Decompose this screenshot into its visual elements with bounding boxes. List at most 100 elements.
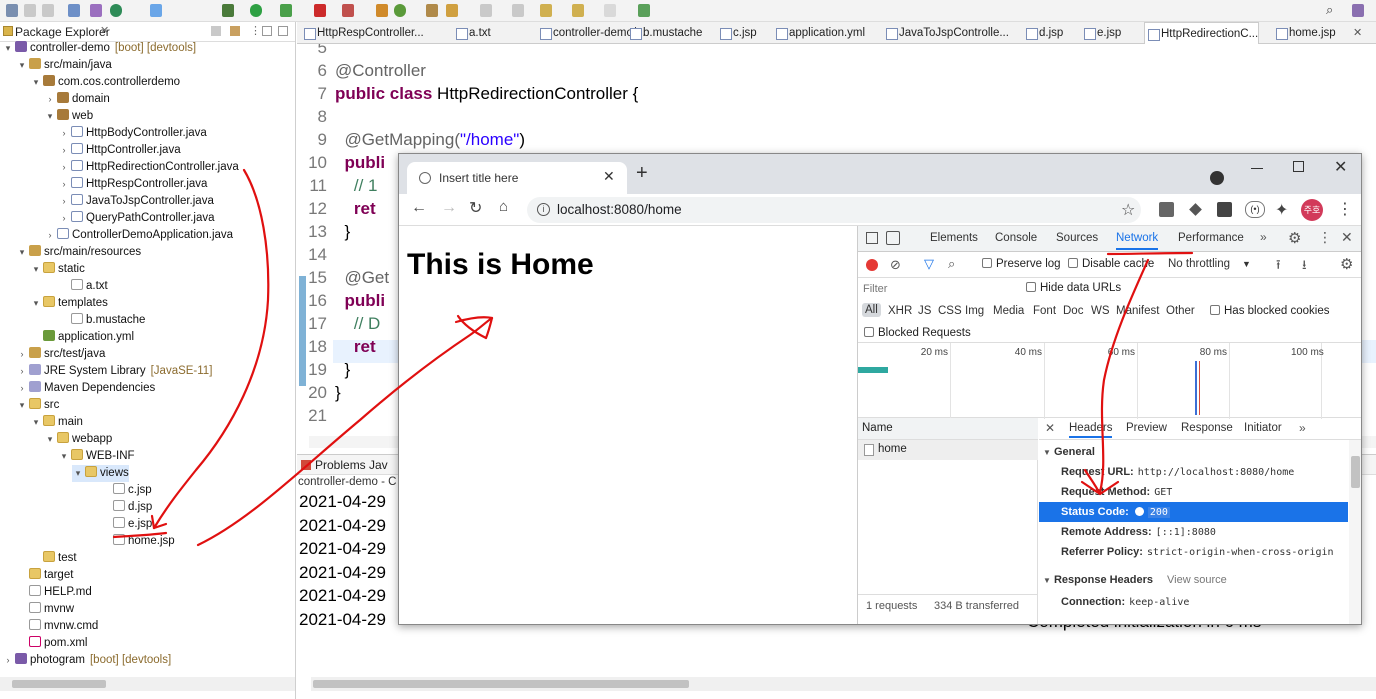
expand-toggle-icon[interactable]: ▾	[16, 397, 28, 414]
spring-boot-icon[interactable]	[110, 4, 122, 17]
tree-pkg-web[interactable]: ▾ web	[44, 108, 93, 125]
view-menu-icon[interactable]: ⋮	[250, 24, 261, 37]
disable-cache-checkbox[interactable]: Disable cache	[1068, 258, 1154, 270]
expand-toggle-icon[interactable]: ›	[58, 210, 70, 227]
tree-folder-src[interactable]: ▾ src	[16, 397, 59, 414]
expand-toggle-icon[interactable]: ›	[58, 159, 70, 176]
editor-tab[interactable]: b.mustache	[627, 22, 702, 44]
code-line[interactable]: publi	[335, 291, 385, 311]
tree-file-application-yml[interactable]: application.yml	[30, 329, 134, 346]
tree-pkg-domain[interactable]: › domain	[44, 91, 110, 108]
tree-folder-main[interactable]: ▾ main	[30, 414, 83, 431]
general-header-row[interactable]: Request URL: http://localhost:8080/home	[1039, 462, 1348, 482]
devtools-tab-performance[interactable]: Performance	[1178, 232, 1244, 244]
debug-icon[interactable]	[222, 4, 234, 17]
view-source-link[interactable]: View source	[1167, 574, 1227, 586]
tree-file-c-jsp[interactable]: c.jsp	[100, 482, 152, 499]
response-headers-toggle[interactable]: ▼ Response Headers View source	[1043, 570, 1227, 590]
tree-file-pom-xml[interactable]: pom.xml	[16, 635, 87, 652]
forward-arrow-icon[interactable]: →	[441, 199, 457, 217]
prev-annotation-icon[interactable]	[512, 4, 524, 17]
code-line[interactable]: }	[335, 222, 350, 242]
maximize-icon[interactable]	[278, 26, 288, 36]
toggle-mark-icon[interactable]	[150, 4, 162, 17]
minimize-icon[interactable]	[262, 26, 272, 36]
save-all-icon[interactable]	[42, 4, 54, 17]
browser-tab[interactable]: Insert title here ✕	[407, 162, 627, 194]
record-icon[interactable]	[866, 259, 878, 271]
tree-project-controller-demo[interactable]: ▾ controller-demo [boot] [devtools]	[2, 40, 196, 57]
code-line[interactable]: @Controller	[335, 61, 426, 81]
general-header-row[interactable]: Status Code: 200	[1039, 502, 1348, 522]
tree-jre-library[interactable]: › JRE System Library [JavaSE-11]	[16, 363, 212, 380]
browser-menu-icon[interactable]: ⋮	[1337, 199, 1353, 219]
extension-c-icon[interactable]	[1159, 202, 1174, 217]
more-tabs-icon[interactable]: »	[1260, 230, 1267, 244]
expand-toggle-icon[interactable]: ▾	[30, 295, 42, 312]
tree-src-main-resources[interactable]: ▾ src/main/resources	[16, 244, 141, 261]
expand-toggle-icon[interactable]: ▾	[44, 108, 56, 125]
devtools-tab-console[interactable]: Console	[995, 232, 1037, 244]
open-type-icon[interactable]	[426, 4, 438, 17]
tree-file-httpredirectioncontroller[interactable]: › HttpRedirectionController.java	[58, 159, 239, 176]
inspect-element-icon[interactable]	[866, 232, 878, 244]
tree-src-test-java[interactable]: › src/test/java	[16, 346, 105, 363]
skip-icon[interactable]	[90, 4, 102, 17]
blocked-requests-checkbox[interactable]: Blocked Requests	[864, 327, 971, 339]
general-header-row[interactable]: Referrer Policy: strict-origin-when-cross…	[1039, 542, 1348, 562]
expand-toggle-icon[interactable]: ▾	[72, 465, 84, 482]
expand-toggle-icon[interactable]: ▾	[30, 74, 42, 91]
devtools-settings-icon[interactable]: ⚙	[1288, 229, 1301, 247]
details-tab-headers[interactable]: Headers	[1069, 422, 1113, 438]
save-icon[interactable]	[24, 4, 36, 17]
import-har-icon[interactable]: ⭱	[1276, 256, 1281, 278]
extensions-puzzle-icon[interactable]: ✦	[1275, 200, 1288, 220]
type-filter-media[interactable]: Media	[993, 305, 1024, 317]
code-line[interactable]: publi	[335, 153, 385, 173]
tree-folder-webapp[interactable]: ▾ webapp	[44, 431, 112, 448]
code-line[interactable]: @Get	[335, 268, 389, 288]
details-tab-preview[interactable]: Preview	[1126, 422, 1167, 434]
tree-file-mvnw[interactable]: mvnw	[16, 601, 74, 618]
bookmark-star-icon[interactable]: ☆	[1121, 200, 1135, 220]
type-filter-manifest[interactable]: Manifest	[1116, 305, 1159, 317]
terminal-icon[interactable]	[68, 4, 80, 17]
close-tab-icon[interactable]: ✕	[603, 168, 615, 185]
code-line[interactable]: }	[335, 360, 350, 380]
devtools-menu-icon[interactable]: ⋮	[1318, 229, 1332, 246]
hide-data-urls-checkbox[interactable]: Hide data URLs	[1026, 282, 1121, 294]
tree-file-javatojspcontroller[interactable]: › JavaToJspController.java	[58, 193, 214, 210]
tree-folder-templates[interactable]: ▾ templates	[30, 295, 108, 312]
details-tab-initiator[interactable]: Initiator	[1244, 422, 1282, 434]
eyedropper-icon[interactable]	[1189, 203, 1202, 216]
run-icon[interactable]	[250, 4, 262, 17]
name-column-header[interactable]: Name	[858, 418, 1038, 440]
devtools-tab-elements[interactable]: Elements	[930, 232, 978, 244]
tree-file-home-jsp[interactable]: home.jsp	[100, 533, 175, 550]
devtools-tab-sources[interactable]: Sources	[1056, 232, 1098, 244]
maximize-window-icon[interactable]	[1293, 161, 1304, 172]
pe-horizontal-scrollbar[interactable]	[0, 677, 295, 691]
tree-src-main-java[interactable]: ▾ src/main/java	[16, 57, 112, 74]
expand-toggle-icon[interactable]: ›	[2, 652, 14, 669]
close-window-icon[interactable]: ✕	[1334, 157, 1347, 177]
editor-tab[interactable]: JavaToJspControlle...	[883, 22, 1009, 44]
tab-problems[interactable]: Problems	[315, 458, 366, 472]
throttling-select[interactable]: No throttling ▼	[1168, 258, 1251, 270]
response-header-row[interactable]: Connection: keep-alive	[1039, 592, 1189, 612]
expand-toggle-icon[interactable]: ▾	[16, 57, 28, 74]
details-scrollbar[interactable]	[1349, 440, 1361, 624]
type-filter-css[interactable]: CSS	[938, 305, 962, 317]
type-filter-js[interactable]: JS	[918, 305, 931, 317]
tree-file-d-jsp[interactable]: d.jsp	[100, 499, 152, 516]
tree-file-e-jsp[interactable]: e.jsp	[100, 516, 152, 533]
type-filter-img[interactable]: Img	[965, 305, 984, 317]
expand-toggle-icon[interactable]: ›	[58, 193, 70, 210]
last-edit-icon[interactable]	[540, 4, 552, 17]
site-info-icon[interactable]: i	[537, 203, 550, 216]
type-filter-font[interactable]: Font	[1033, 305, 1056, 317]
type-filter-xhr[interactable]: XHR	[888, 305, 912, 317]
expand-toggle-icon[interactable]: ▾	[30, 414, 42, 431]
editor-tab[interactable]: HttpRespController...	[301, 22, 424, 44]
tree-file-b-mustache[interactable]: b.mustache	[58, 312, 145, 329]
